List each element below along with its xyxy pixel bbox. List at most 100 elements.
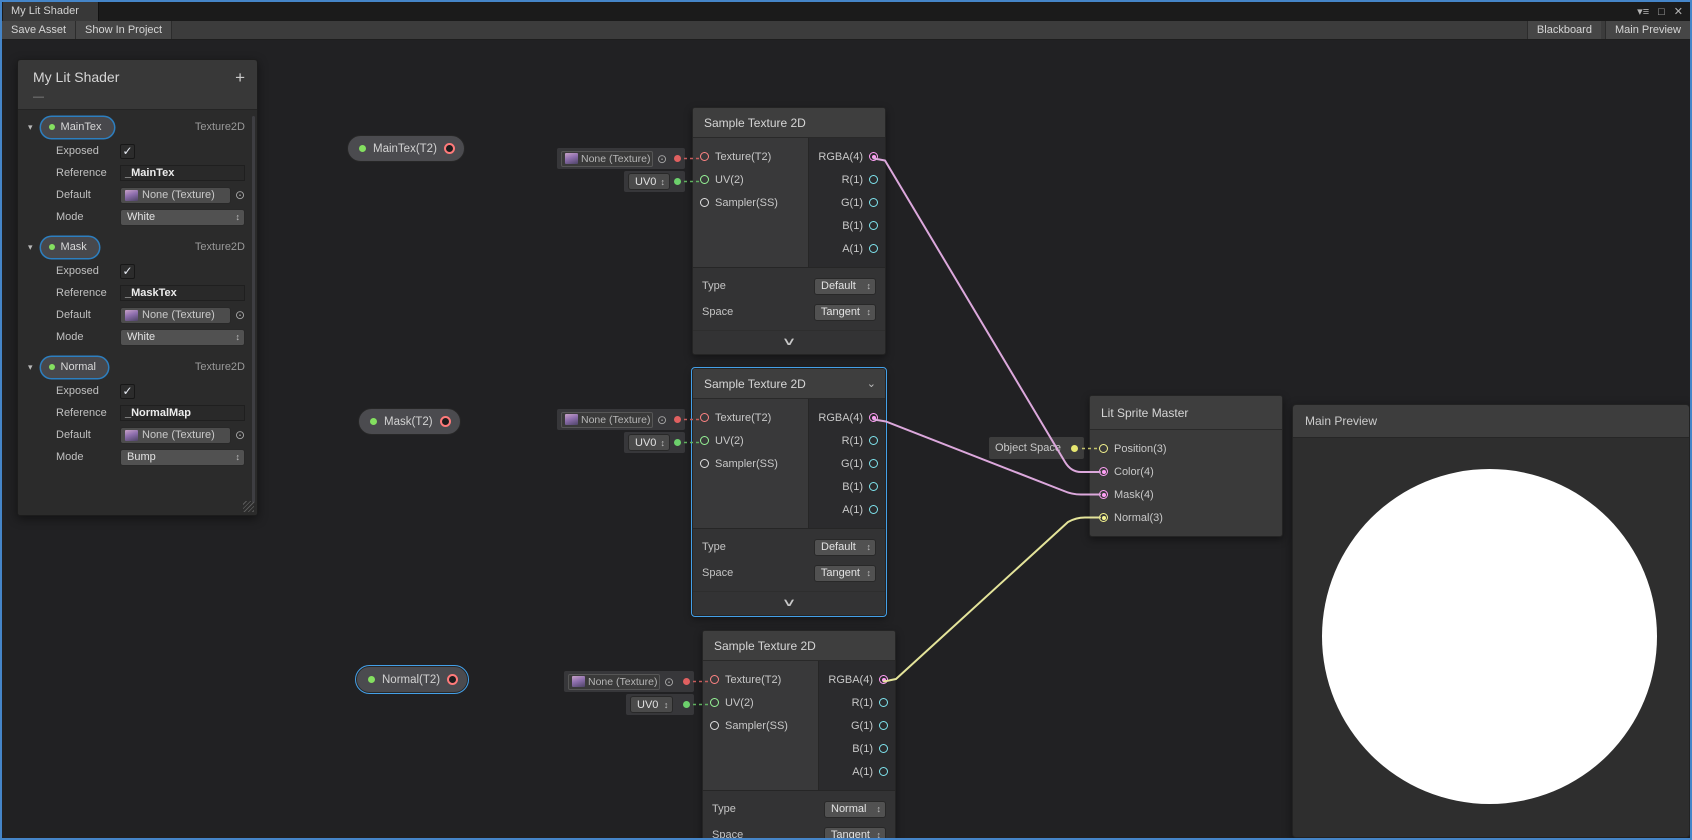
object-picker-icon[interactable]: ⊙ [657,414,667,426]
property-pill-maintex[interactable]: MainTex [41,117,114,138]
reference-field[interactable]: _NormalMap [120,405,245,421]
type-dropdown[interactable]: Default↕ [814,278,876,295]
texture-input-port[interactable] [700,413,709,422]
window-tab[interactable]: My Lit Shader [3,2,99,21]
object-picker-icon[interactable]: ⊙ [235,429,245,441]
texture-default-slot[interactable]: None (Texture) ⊙ [557,409,685,430]
r-output-port[interactable] [869,175,878,184]
node-header[interactable]: Sample Texture 2D [703,631,895,661]
uv-channel-dropdown[interactable]: UV0 ↕ [628,434,670,451]
r-output-port[interactable] [869,436,878,445]
default-texture-field[interactable]: None (Texture) [120,307,231,324]
save-asset-button[interactable]: Save Asset [2,21,76,39]
reference-field[interactable]: _MaskTex [120,285,245,301]
sample-texture-2d-node-3[interactable]: Sample Texture 2D Texture(T2) UV(2) Samp… [702,630,896,840]
uv-input-port[interactable] [700,436,709,445]
object-picker-icon[interactable]: ⊙ [657,153,667,165]
default-texture-field[interactable]: None (Texture) [120,427,231,444]
show-in-project-button[interactable]: Show In Project [76,21,172,39]
sampler-input-port[interactable] [700,198,709,207]
texture-default-slot[interactable]: None (Texture) ⊙ [564,671,694,692]
lit-sprite-master-node[interactable]: Lit Sprite Master Position(3) Color(4) M… [1089,395,1283,537]
rgba-output-port[interactable] [879,675,888,684]
b-output-port[interactable] [869,221,878,230]
blackboard-toggle-button[interactable]: Blackboard [1527,21,1601,39]
maximize-icon[interactable]: □ [1658,6,1665,18]
object-picker-icon[interactable]: ⊙ [235,309,245,321]
mask-input-port[interactable] [1099,490,1108,499]
blackboard-resize-grip[interactable] [243,501,254,512]
blackboard-panel[interactable]: My Lit Shader + — ▾ MainTex Texture2D Ex… [17,59,258,516]
reference-field[interactable]: _MainTex [120,165,245,181]
object-picker-icon[interactable]: ⊙ [664,676,674,688]
property-node-maintex[interactable]: MainTex(T2) [347,135,465,162]
uv-channel-dropdown[interactable]: UV0 ↕ [630,696,673,713]
window-menu-icon[interactable]: ▾≡ [1637,5,1649,18]
node-header[interactable]: Sample Texture 2D ⌄ [693,369,885,399]
close-icon[interactable]: ✕ [1674,5,1683,18]
g-output-port[interactable] [869,459,878,468]
a-output-port[interactable] [879,767,888,776]
exposed-checkbox[interactable]: ✓ [120,384,135,399]
rgba-output-port[interactable] [869,413,878,422]
texture-output-port[interactable] [447,674,458,685]
node-settings-chevron-icon[interactable]: ⌄ [867,369,876,399]
node-header[interactable]: Sample Texture 2D [693,108,885,138]
g-output-port[interactable] [869,198,878,207]
uv-channel-dropdown[interactable]: UV0 ↕ [628,173,670,190]
object-picker-icon[interactable]: ⊙ [235,189,245,201]
a-output-port[interactable] [869,244,878,253]
property-pill-normal[interactable]: Normal [41,357,108,378]
foldout-chevron-icon[interactable]: ▾ [28,242,33,253]
texture-object-field[interactable]: None (Texture) [561,151,653,167]
blackboard-scrollbar[interactable] [252,116,255,503]
add-property-button[interactable]: + [235,68,245,88]
space-dropdown[interactable]: Tangent↕ [824,827,886,840]
node-header[interactable]: Lit Sprite Master [1090,396,1282,430]
b-output-port[interactable] [879,744,888,753]
space-dropdown[interactable]: Tangent↕ [814,304,876,321]
sample-texture-2d-node-1[interactable]: Sample Texture 2D Texture(T2) UV(2) Samp… [692,107,886,355]
property-pill-mask[interactable]: Mask [41,237,99,258]
collapse-preview-chevron[interactable]: ∨ [693,591,885,615]
uv-input-port[interactable] [710,698,719,707]
g-output-port[interactable] [879,721,888,730]
b-output-port[interactable] [869,482,878,491]
space-dropdown[interactable]: Tangent↕ [814,565,876,582]
position-input-port[interactable] [1099,444,1108,453]
texture-output-port[interactable] [444,143,455,154]
rgba-output-port[interactable] [869,152,878,161]
mode-dropdown[interactable]: Bump↕ [120,449,245,466]
uv-default-slot[interactable]: UV0 ↕ [624,171,685,192]
main-preview-panel[interactable]: Main Preview [1292,404,1690,838]
position-space-chip[interactable]: Object Space [989,437,1084,459]
mode-dropdown[interactable]: White↕ [120,329,245,346]
uv-default-slot[interactable]: UV0 ↕ [624,432,685,453]
texture-input-port[interactable] [700,152,709,161]
type-dropdown[interactable]: Normal↕ [824,801,886,818]
collapse-preview-chevron[interactable]: ∨ [693,330,885,354]
texture-default-slot[interactable]: None (Texture) ⊙ [557,148,685,169]
texture-output-port[interactable] [440,416,451,427]
exposed-checkbox[interactable]: ✓ [120,264,135,279]
property-node-mask[interactable]: Mask(T2) [358,408,461,435]
exposed-checkbox[interactable]: ✓ [120,144,135,159]
uv-default-slot[interactable]: UV0 ↕ [626,694,694,715]
type-dropdown[interactable]: Default↕ [814,539,876,556]
sampler-input-port[interactable] [700,459,709,468]
main-preview-toggle-button[interactable]: Main Preview [1605,21,1690,39]
sampler-input-port[interactable] [710,721,719,730]
a-output-port[interactable] [869,505,878,514]
mode-dropdown[interactable]: White↕ [120,209,245,226]
foldout-chevron-icon[interactable]: ▾ [28,362,33,373]
property-node-normal[interactable]: Normal(T2) [356,666,468,693]
texture-object-field[interactable]: None (Texture) [561,412,653,428]
uv-input-port[interactable] [700,175,709,184]
default-texture-field[interactable]: None (Texture) [120,187,231,204]
foldout-chevron-icon[interactable]: ▾ [28,122,33,133]
normal-input-port[interactable] [1099,513,1108,522]
color-input-port[interactable] [1099,467,1108,476]
r-output-port[interactable] [879,698,888,707]
sample-texture-2d-node-2[interactable]: Sample Texture 2D ⌄ Texture(T2) UV(2) Sa… [692,368,886,616]
texture-object-field[interactable]: None (Texture) [568,674,660,690]
